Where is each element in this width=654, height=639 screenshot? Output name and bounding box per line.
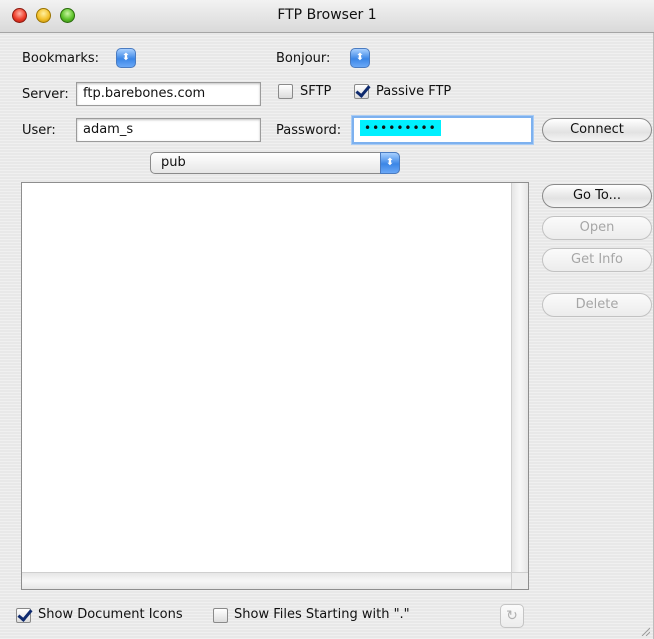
file-list[interactable]: [21, 182, 529, 590]
bonjour-label: Bonjour:: [276, 51, 331, 66]
dropdown-arrows-icon: ⬍: [380, 152, 400, 174]
show-dotfiles-label: Show Files Starting with ".": [234, 607, 410, 622]
show-document-icons-checkbox[interactable]: [16, 608, 31, 623]
bookmarks-label: Bookmarks:: [22, 51, 100, 66]
user-field[interactable]: adam_s: [76, 118, 261, 142]
path-dropdown-value: pub: [161, 155, 186, 170]
show-document-icons-label: Show Document Icons: [38, 607, 183, 622]
server-field[interactable]: ftp.barebones.com: [76, 82, 261, 106]
passive-ftp-checkbox[interactable]: [354, 84, 369, 99]
open-button[interactable]: Open: [542, 216, 652, 240]
show-dotfiles-checkbox[interactable]: [213, 608, 228, 623]
password-field[interactable]: •••••••••: [352, 116, 533, 144]
delete-button[interactable]: Delete: [542, 293, 652, 317]
user-label: User:: [22, 123, 56, 138]
password-selection: •••••••••: [360, 120, 441, 136]
passive-ftp-label: Passive FTP: [376, 84, 452, 99]
sftp-checkbox[interactable]: [278, 84, 293, 99]
horizontal-scrollbar[interactable]: [22, 572, 512, 589]
ftp-browser-window: FTP Browser 1 Bookmarks: ⬍ Bonjour: ⬍ Se…: [0, 0, 654, 639]
go-to-button[interactable]: Go To...: [542, 184, 652, 208]
refresh-button[interactable]: ↻: [500, 604, 524, 628]
title-bar[interactable]: FTP Browser 1: [0, 0, 654, 33]
vertical-scrollbar[interactable]: [511, 183, 528, 573]
popup-arrows-icon: ⬍: [355, 52, 365, 63]
get-info-button[interactable]: Get Info: [542, 248, 652, 272]
server-label: Server:: [22, 87, 69, 102]
connect-button[interactable]: Connect: [542, 118, 652, 142]
bookmarks-popup[interactable]: ⬍: [116, 48, 136, 68]
refresh-icon: ↻: [506, 608, 518, 624]
sftp-label: SFTP: [300, 84, 332, 99]
scroll-corner: [511, 572, 528, 589]
window-title: FTP Browser 1: [277, 7, 377, 23]
popup-arrows-icon: ⬍: [121, 52, 131, 63]
bonjour-popup[interactable]: ⬍: [350, 48, 370, 68]
password-label: Password:: [276, 123, 342, 138]
resize-grip-icon[interactable]: [640, 626, 650, 636]
path-dropdown[interactable]: pub ⬍: [150, 152, 400, 174]
